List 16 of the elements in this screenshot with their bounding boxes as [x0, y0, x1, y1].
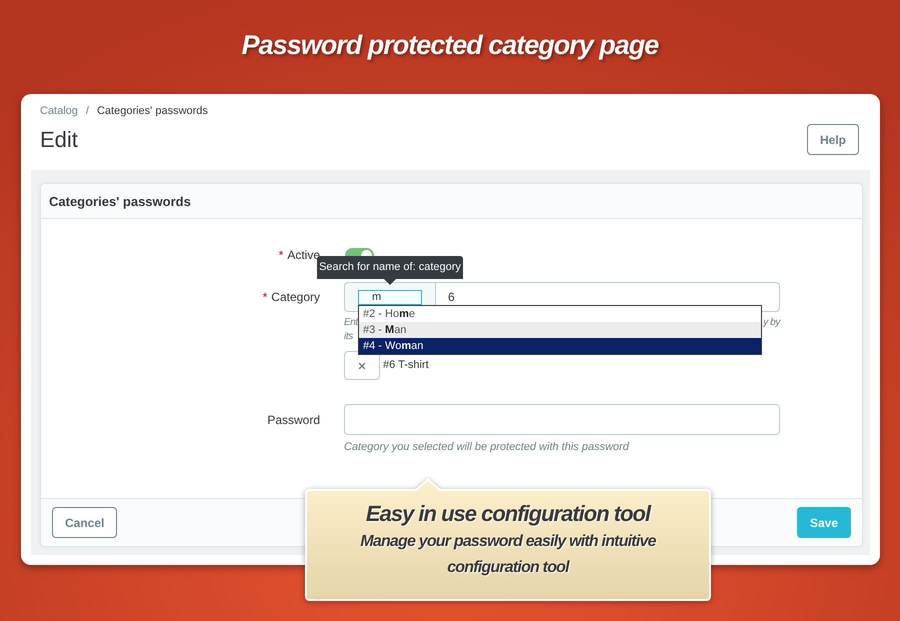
- selected-category: #6 T-shirt: [383, 359, 429, 371]
- callout-title: Easy in use configuration tool: [366, 500, 650, 528]
- tooltip: Search for name of: category: [317, 256, 463, 285]
- banner-title: Password protected category page: [242, 30, 658, 60]
- help-text: y by: [763, 316, 780, 330]
- breadcrumb-current: Categories' passwords: [96, 104, 208, 118]
- field-label: * Category: [262, 290, 320, 304]
- help-text: Ent: [344, 316, 358, 330]
- help-text: Category you selected will be protected with this password: [344, 440, 630, 454]
- page-title: Edit: [40, 126, 78, 154]
- help-text: its: [344, 330, 353, 344]
- breadcrumb-separator: /: [86, 104, 89, 118]
- callout-text: Manage your password easily with intuitive configuration tool: [359, 532, 657, 578]
- field-label: * Active: [278, 248, 320, 262]
- panel-title: Categories' passwords: [49, 194, 191, 208]
- field-label: Password: [267, 413, 320, 427]
